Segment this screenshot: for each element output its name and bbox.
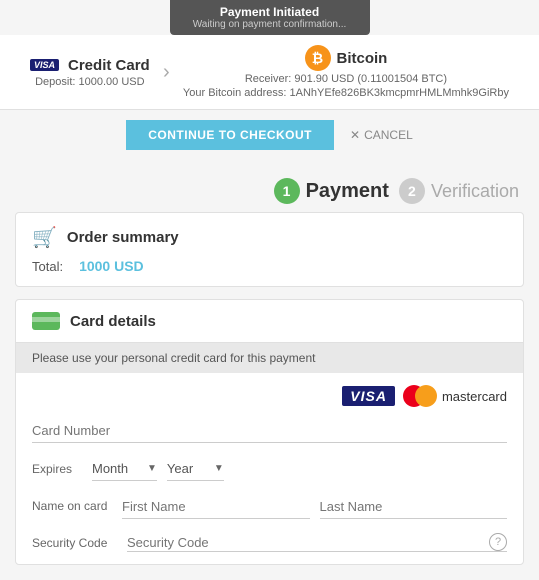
expires-label: Expires — [32, 462, 82, 476]
notification-title: Payment Initiated — [180, 5, 360, 19]
notification-subtitle: Waiting on payment confirmation... — [180, 19, 360, 30]
card-form: VISA mastercard Expires Month01020304050… — [16, 373, 523, 564]
payment-step-label: Payment — [306, 180, 389, 203]
credit-card-label: Credit Card — [68, 57, 150, 74]
deposit-value: 1000.00 USD — [79, 76, 145, 88]
visa-logo: VISA — [342, 386, 395, 406]
card-notice: Please use your personal credit card for… — [16, 343, 523, 373]
action-bar: CONTINUE TO CHECKOUT ✕ CANCEL — [0, 110, 539, 160]
year-arrow-icon: ▼ — [214, 463, 224, 474]
step-credit-card: VISA Credit Card Deposit: 1000.00 USD — [30, 57, 150, 88]
total-label: Total: — [32, 259, 63, 274]
total-row: Total: 1000 USD — [32, 258, 507, 274]
card-icon — [32, 312, 60, 330]
expires-row: Expires Month010203040506070809101112 ▼ … — [32, 457, 507, 481]
card-details-section: Card details Please use your personal cr… — [15, 299, 524, 565]
notification-bar: Payment Initiated Waiting on payment con… — [170, 0, 370, 35]
card-logos: VISA mastercard — [32, 385, 507, 407]
card-number-input[interactable] — [32, 419, 507, 443]
cancel-button[interactable]: ✕ CANCEL — [350, 128, 413, 142]
security-input-wrapper: ? — [127, 533, 507, 552]
cart-icon: 🛒 — [32, 225, 57, 250]
cancel-label: CANCEL — [364, 128, 413, 142]
verification-step-label: Verification — [431, 181, 519, 202]
card-details-title: Card details — [70, 313, 156, 330]
visa-icon-small: VISA — [30, 59, 59, 71]
month-select-wrapper: Month010203040506070809101112 ▼ — [92, 457, 157, 481]
order-summary-title: Order summary — [67, 229, 179, 246]
checkout-button[interactable]: CONTINUE TO CHECKOUT — [126, 120, 334, 150]
help-icon[interactable]: ? — [489, 533, 507, 551]
last-name-input[interactable] — [320, 495, 508, 519]
security-code-input[interactable] — [127, 535, 483, 550]
total-value: 1000 USD — [79, 258, 144, 274]
payment-step-circle: 1 — [274, 178, 300, 204]
last-name-field — [320, 495, 508, 519]
security-row: Security Code ? — [32, 533, 507, 552]
progress-step-verification: 2 Verification — [399, 178, 519, 204]
credit-card-step-icon: VISA Credit Card — [30, 57, 150, 74]
progress-steps: 1 Payment 2 Verification — [0, 160, 539, 212]
bitcoin-step-icon: ₿ Bitcoin — [305, 45, 388, 71]
order-summary-section: 🛒 Order summary Total: 1000 USD — [15, 212, 524, 287]
deposit-label: Deposit: — [35, 76, 75, 88]
progress-step-payment: 1 Payment — [274, 178, 389, 204]
mc-circle-orange — [415, 385, 437, 407]
security-code-label: Security Code — [32, 536, 117, 550]
cancel-x-icon: ✕ — [350, 128, 360, 142]
receiver-info: Receiver: 901.90 USD (0.11001504 BTC) — [245, 73, 447, 85]
month-arrow-icon: ▼ — [147, 463, 157, 474]
month-select[interactable]: Month010203040506070809101112 — [92, 461, 143, 476]
first-name-field — [122, 495, 310, 519]
year-select-wrapper: Year2024202520262027202820292030 ▼ — [167, 457, 224, 481]
address-label: Your Bitcoin address: — [183, 87, 287, 99]
address-value: 1ANhYEfe826BK3kmcpmrHMLMmhk9GiRby — [290, 87, 509, 99]
year-select[interactable]: Year2024202520262027202820292030 — [167, 461, 210, 476]
bitcoin-address-info: Your Bitcoin address: 1ANhYEfe826BK3kmcp… — [183, 87, 509, 99]
verification-step-circle: 2 — [399, 178, 425, 204]
receiver-label: Receiver: — [245, 73, 291, 85]
step-bitcoin: ₿ Bitcoin Receiver: 901.90 USD (0.110015… — [183, 45, 509, 99]
first-name-input[interactable] — [122, 495, 310, 519]
main-content: 🛒 Order summary Total: 1000 USD Card det… — [0, 212, 539, 580]
card-details-header: Card details — [16, 300, 523, 343]
name-on-card-label: Name on card — [32, 499, 112, 513]
mc-text: mastercard — [442, 389, 507, 404]
steps-bar: VISA Credit Card Deposit: 1000.00 USD › … — [0, 35, 539, 110]
mastercard-logo: mastercard — [403, 385, 507, 407]
bitcoin-circle-icon: ₿ — [305, 45, 331, 71]
receiver-value: 901.90 USD (0.11001504 BTC) — [294, 73, 447, 85]
arrow-icon: › — [163, 61, 170, 84]
card-number-field — [32, 419, 507, 443]
bitcoin-label: Bitcoin — [337, 50, 388, 67]
deposit-info: Deposit: 1000.00 USD — [35, 76, 144, 88]
order-summary-header: 🛒 Order summary — [32, 225, 507, 250]
